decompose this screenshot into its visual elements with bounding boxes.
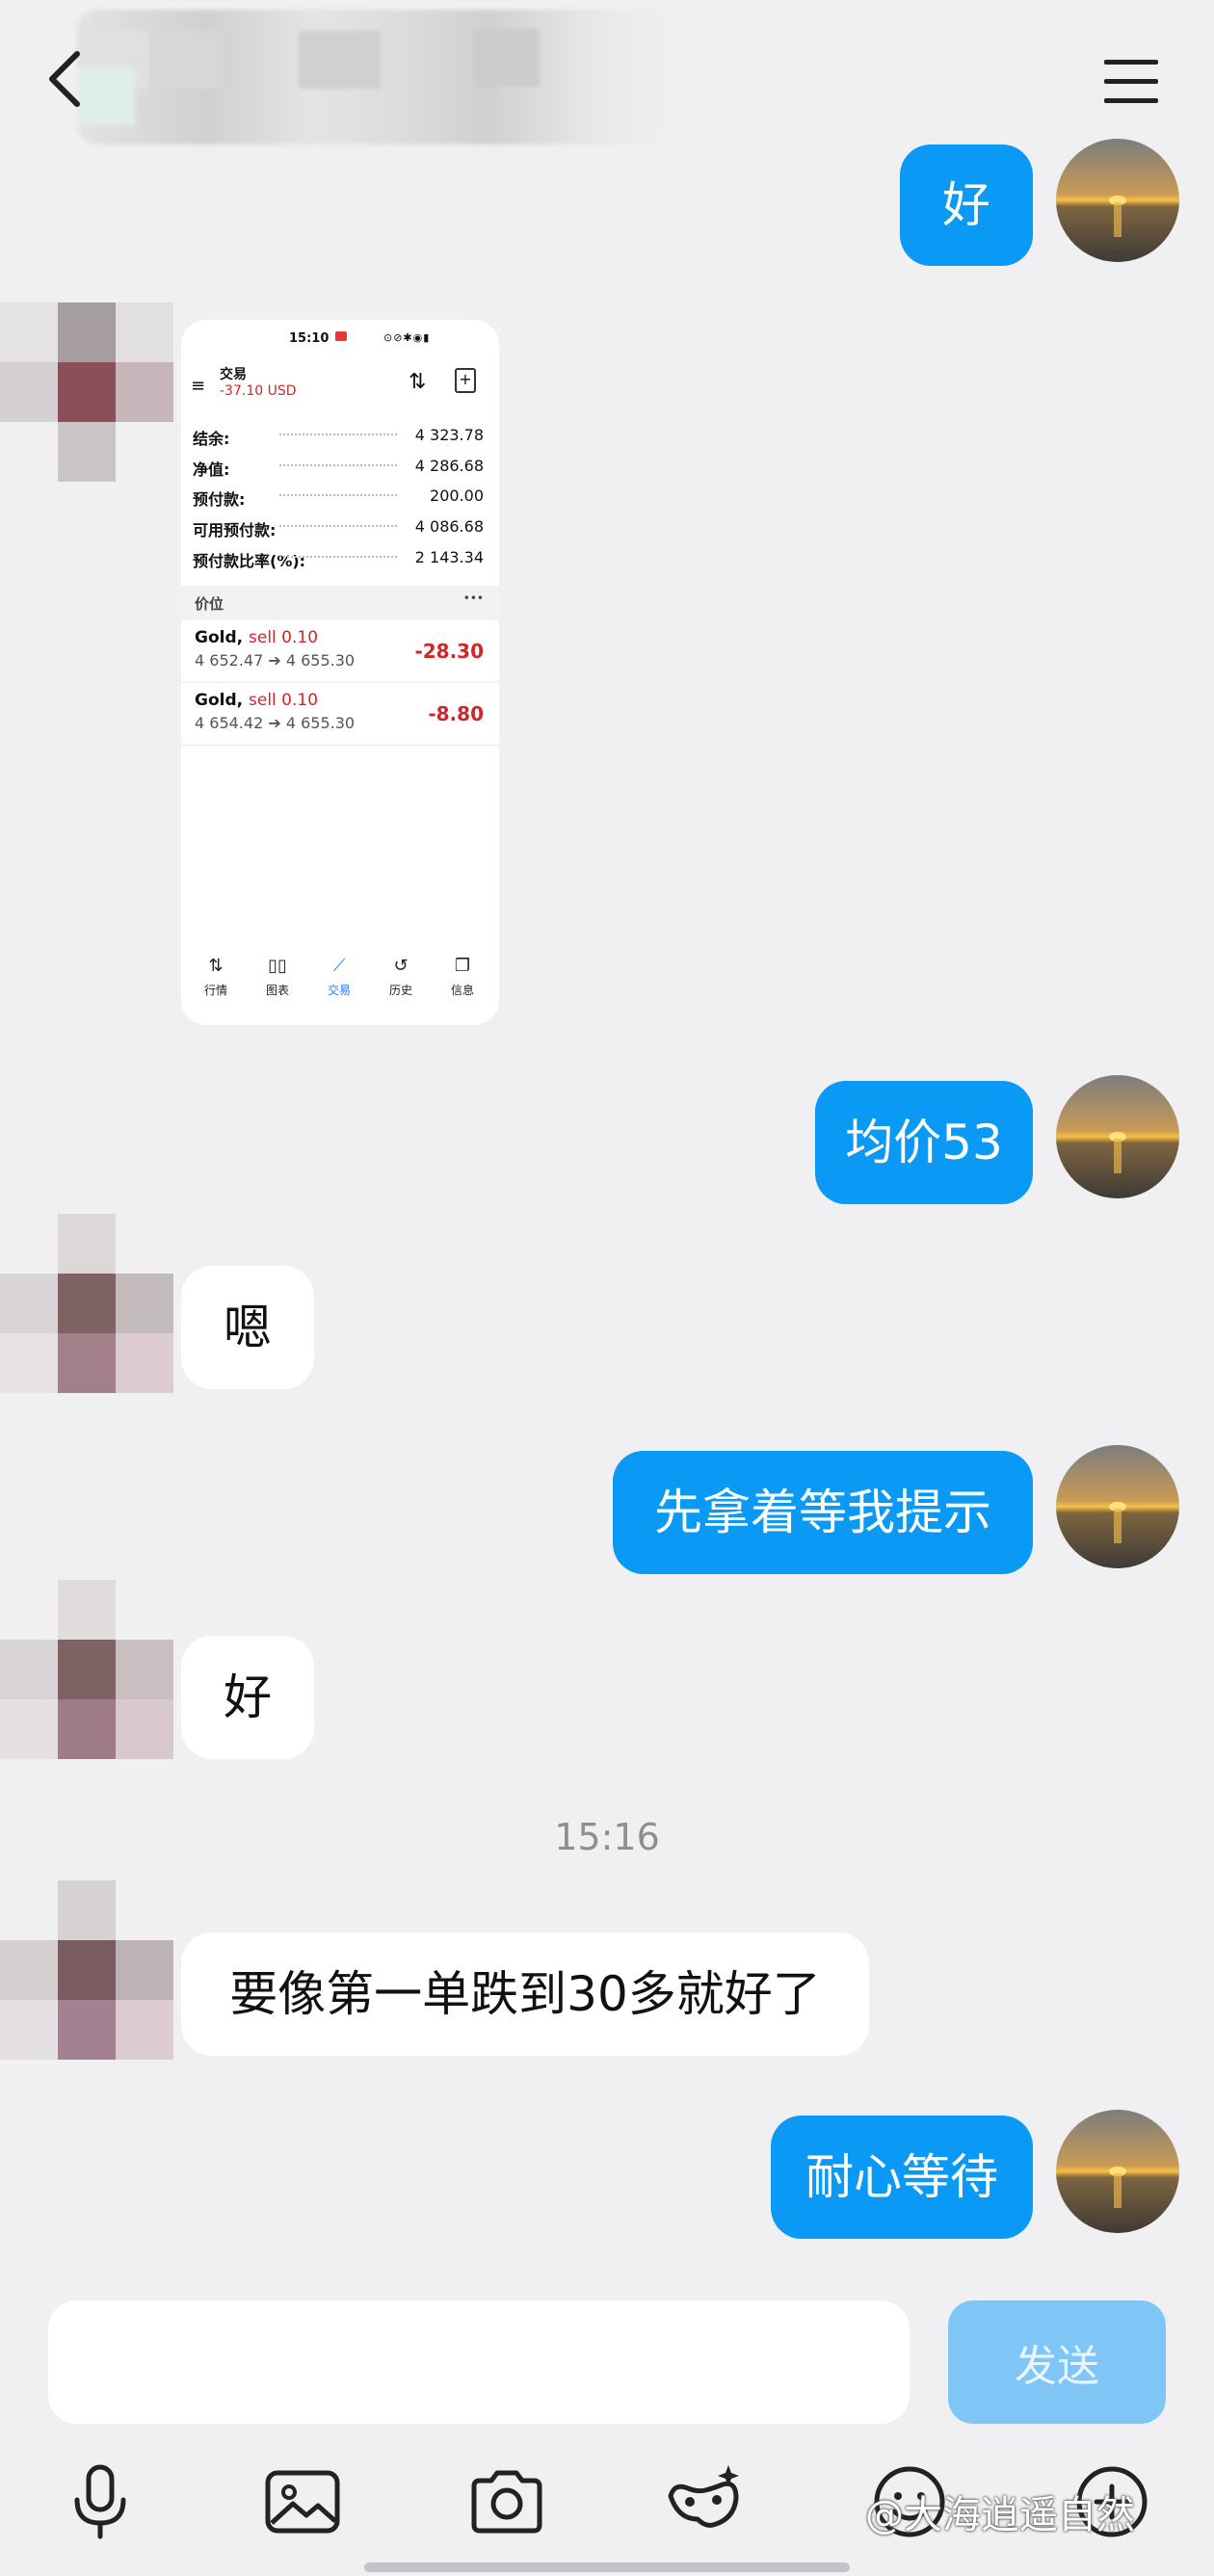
nav-history: ↺ 历史 bbox=[388, 956, 412, 997]
my-avatar[interactable] bbox=[1056, 1075, 1179, 1198]
position-row: Gold, sell 0.10 4 654.42 ➔ 4 655.30 -8.8… bbox=[181, 683, 499, 746]
watermark: @大海逍遥自然 bbox=[865, 2493, 1135, 2537]
position-row: Gold, sell 0.10 4 652.47 ➔ 4 655.30 -28.… bbox=[181, 620, 499, 683]
outgoing-message-bubble[interactable]: 均价53 bbox=[815, 1081, 1033, 1204]
nav-messages: ❐ 信息 bbox=[450, 956, 474, 997]
incoming-message-bubble[interactable]: 要像第一单跌到30多就好了 bbox=[181, 1932, 869, 2056]
my-avatar[interactable] bbox=[1056, 139, 1179, 262]
message-text: 好 bbox=[942, 177, 990, 233]
status-icons: ⊙⊘✱◉▮ bbox=[383, 331, 431, 344]
message-text: 耐心等待 bbox=[805, 2149, 998, 2205]
section-header: 价位 ••• bbox=[181, 586, 499, 620]
outgoing-message-bubble[interactable]: 耐心等待 bbox=[771, 2116, 1033, 2239]
mask-sparkle-icon bbox=[668, 2465, 739, 2528]
contact-avatar[interactable] bbox=[0, 302, 173, 486]
menu-button[interactable] bbox=[1096, 56, 1166, 106]
chevron-left-icon bbox=[49, 51, 80, 107]
image-icon bbox=[265, 2470, 340, 2534]
image-button[interactable] bbox=[262, 2461, 343, 2542]
my-avatar[interactable] bbox=[1056, 2110, 1179, 2233]
message-text: 好 bbox=[224, 1669, 272, 1725]
contact-avatar[interactable] bbox=[0, 1580, 173, 1763]
camera-button[interactable] bbox=[466, 2461, 547, 2542]
nav-quotes: ⇅ 行情 bbox=[203, 956, 227, 997]
nav-charts: ▯▯ 图表 bbox=[265, 956, 289, 997]
microphone-button[interactable] bbox=[60, 2461, 141, 2542]
outgoing-message-bubble[interactable]: 好 bbox=[900, 145, 1033, 266]
nav-trade: ⟋ 交易 bbox=[327, 956, 351, 997]
trading-screenshot-image[interactable]: 15:10 ⊙⊘✱◉▮ ≡ 交易 -37.10 USD ⇅ + 结余: 4 323… bbox=[181, 320, 499, 1025]
hamburger-menu-icon bbox=[1104, 60, 1158, 103]
incoming-message-bubble[interactable]: 嗯 bbox=[181, 1266, 314, 1389]
home-indicator[interactable] bbox=[364, 2563, 850, 2572]
sunset-sea-image bbox=[1056, 1075, 1179, 1198]
screen-title: 交易 bbox=[220, 367, 247, 382]
sunset-sea-image bbox=[1056, 139, 1179, 262]
outgoing-message-bubble[interactable]: 先拿着等我提示 bbox=[613, 1451, 1033, 1574]
time-separator: 15:16 bbox=[554, 1816, 660, 1858]
sort-icon: ⇅ bbox=[409, 370, 427, 394]
message-input[interactable] bbox=[48, 2300, 910, 2424]
contact-avatar[interactable] bbox=[0, 1880, 173, 2063]
sunset-sea-image bbox=[1056, 1445, 1179, 1568]
my-avatar[interactable] bbox=[1056, 1445, 1179, 1568]
message-text: 嗯 bbox=[224, 1300, 272, 1355]
camera-icon bbox=[471, 2470, 542, 2534]
send-button[interactable]: 发送 bbox=[948, 2300, 1166, 2424]
message-text: 先拿着等我提示 bbox=[654, 1485, 991, 1540]
sunset-sea-image bbox=[1056, 2110, 1179, 2233]
total-pnl: -37.10 USD bbox=[220, 383, 297, 399]
message-text: 要像第一单跌到30多就好了 bbox=[229, 1966, 821, 2022]
menu-icon: ≡ bbox=[191, 376, 206, 396]
message-text: 均价53 bbox=[845, 1115, 1003, 1170]
effects-button[interactable] bbox=[665, 2461, 746, 2542]
new-order-icon: + bbox=[455, 368, 476, 393]
incoming-message-bubble[interactable]: 好 bbox=[181, 1636, 314, 1759]
status-time: 15:10 bbox=[289, 331, 330, 346]
microphone-icon bbox=[74, 2464, 126, 2539]
contact-avatar[interactable] bbox=[0, 1214, 173, 1397]
back-button[interactable] bbox=[42, 48, 100, 110]
notification-icon bbox=[335, 331, 347, 341]
contact-name-blurred bbox=[77, 10, 665, 145]
